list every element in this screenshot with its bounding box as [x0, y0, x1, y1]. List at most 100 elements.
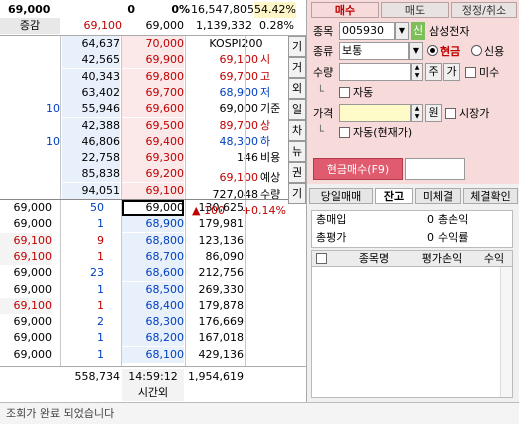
- side-button[interactable]: 차: [288, 120, 306, 141]
- stock-code-input[interactable]: 005930: [339, 22, 395, 40]
- col-yield: 수익: [483, 252, 505, 265]
- sell-qty[interactable]: 63,402: [62, 84, 120, 101]
- order-tab[interactable]: 매도: [381, 2, 449, 18]
- buy-qty[interactable]: 167,018: [186, 330, 244, 347]
- tick-price: 69,100: [0, 248, 52, 265]
- buy-price[interactable]: 68,700: [122, 248, 184, 265]
- tick-qty: 9: [97, 233, 104, 247]
- sell-qty[interactable]: 46,806: [62, 133, 120, 150]
- select-all-checkbox[interactable]: [316, 253, 327, 264]
- credit-radio[interactable]: [471, 45, 482, 56]
- expected-price: 69,100: [219, 171, 259, 185]
- buy-price[interactable]: 68,500: [122, 281, 184, 298]
- balance-scrollbar[interactable]: [500, 267, 512, 397]
- side-button[interactable]: 뉴: [288, 141, 306, 162]
- stock-dropdown-icon[interactable]: ▼: [395, 22, 409, 40]
- balance-tab[interactable]: 미체결: [415, 188, 461, 204]
- expected-label: 예상: [260, 171, 281, 185]
- tick-price: 69,100: [0, 297, 52, 314]
- sell-qty[interactable]: 85,838: [62, 166, 120, 183]
- tick-qty: 1: [97, 282, 104, 296]
- sell-price[interactable]: 69,700: [122, 84, 184, 101]
- sell-price[interactable]: 69,300: [122, 150, 184, 167]
- side-button[interactable]: 거: [288, 57, 306, 78]
- buy-qty[interactable]: 212,756: [186, 265, 244, 282]
- auto-price-checkbox[interactable]: [339, 127, 350, 138]
- sell-change: [2, 69, 60, 85]
- qty-spin-icon[interactable]: ▲ ▼: [411, 63, 423, 81]
- buy-price[interactable]: 68,100: [122, 346, 184, 363]
- side-button[interactable]: 기: [288, 36, 306, 57]
- balance-tab[interactable]: 당일매매: [309, 188, 373, 204]
- sell-price[interactable]: 70,000: [122, 36, 184, 52]
- sell-price[interactable]: 69,500: [122, 117, 184, 134]
- qty-input[interactable]: [339, 63, 411, 81]
- order-result-field: [405, 158, 465, 180]
- auto-qty-checkbox[interactable]: [339, 87, 350, 98]
- sell-price[interactable]: 69,600: [122, 101, 184, 118]
- order-type-dropdown-icon[interactable]: ▼: [409, 42, 423, 60]
- sell-qty[interactable]: 40,343: [62, 68, 120, 85]
- info-value: 146: [237, 151, 258, 165]
- cash-radio[interactable]: [427, 45, 438, 56]
- qty-shares-button[interactable]: 주: [425, 63, 442, 81]
- sell-change: [2, 150, 60, 166]
- buy-price[interactable]: 69,000: [122, 200, 184, 216]
- buy-qty[interactable]: 123,136: [186, 232, 244, 249]
- sell-price[interactable]: 69,400: [122, 133, 184, 150]
- sell-qty[interactable]: 42,388: [62, 117, 120, 134]
- side-button[interactable]: 외: [288, 78, 306, 99]
- price-spin-icon[interactable]: ▲ ▼: [411, 104, 423, 122]
- sell-price[interactable]: 69,100: [122, 182, 184, 199]
- won-button[interactable]: 원: [425, 104, 442, 122]
- info-value: 69,700: [219, 69, 259, 83]
- sell-qty[interactable]: 64,637: [62, 36, 120, 52]
- buy-price[interactable]: 68,400: [122, 297, 184, 314]
- order-type-select[interactable]: 보통: [339, 42, 409, 60]
- buy-qty[interactable]: 176,669: [186, 314, 244, 331]
- sell-qty[interactable]: 94,051: [62, 182, 120, 199]
- sell-price[interactable]: 69,200: [122, 166, 184, 183]
- tick-qty: 2: [97, 315, 104, 329]
- auto-price-label: 자동(현재가): [353, 126, 413, 139]
- sell-price[interactable]: 69,900: [122, 52, 184, 69]
- side-button[interactable]: 권: [288, 162, 306, 183]
- order-tab[interactable]: 정정/취소: [451, 2, 517, 18]
- buy-price[interactable]: 68,300: [122, 314, 184, 331]
- buy-price[interactable]: 68,800: [122, 232, 184, 249]
- cash-buy-button[interactable]: 현금매수(F9): [313, 158, 403, 180]
- buy-qty[interactable]: 179,878: [186, 297, 244, 314]
- info-label: 저: [260, 85, 271, 99]
- orderbook-footer: 558,734 14:59:12 시간외 1,954,619: [0, 366, 306, 401]
- buy-price[interactable]: 68,900: [122, 216, 184, 233]
- grid-line: [185, 36, 186, 366]
- after-hours-label: 시간외: [122, 385, 184, 401]
- buy-qty[interactable]: 429,136: [186, 346, 244, 363]
- sell-qty[interactable]: 55,946: [62, 101, 120, 118]
- side-button[interactable]: 일: [288, 99, 306, 120]
- info-label: 하: [260, 134, 271, 148]
- market-price-checkbox[interactable]: [445, 108, 456, 119]
- sell-price[interactable]: 69,800: [122, 68, 184, 85]
- qty-available-button[interactable]: 가: [443, 63, 460, 81]
- price-input[interactable]: [339, 104, 411, 122]
- balance-tab[interactable]: 잔고: [375, 188, 413, 204]
- balance-tab[interactable]: 체결확인: [463, 188, 518, 204]
- sell-qty[interactable]: 22,758: [62, 150, 120, 167]
- sell-qty[interactable]: 42,565: [62, 52, 120, 69]
- buy-qty[interactable]: 269,330: [186, 281, 244, 298]
- buy-price[interactable]: 68,200: [122, 330, 184, 347]
- tick-price: 69,000: [0, 330, 52, 347]
- miss-checkbox[interactable]: [465, 67, 476, 78]
- quote-header: 69,000 0 0% 16,547,805 54.42% 증감 69,100 …: [0, 0, 306, 36]
- expected-qty: 727,048: [212, 187, 259, 201]
- market-price-label: 시장가: [459, 107, 490, 120]
- trade-amount: 1,139,332: [196, 19, 252, 32]
- buy-price[interactable]: 68,600: [122, 265, 184, 282]
- order-panel: 매수 매도 정정/취소 종목 005930 ▼ 신 삼성전자 종류 보통 ▼ 현금 …: [306, 0, 519, 184]
- buy-qty[interactable]: 86,090: [186, 248, 244, 265]
- info-label: 기준: [260, 102, 281, 116]
- order-tab[interactable]: 매수: [311, 2, 379, 18]
- status-bar: 조회가 완료 되었습니다: [0, 402, 519, 424]
- side-button[interactable]: 기: [288, 183, 306, 204]
